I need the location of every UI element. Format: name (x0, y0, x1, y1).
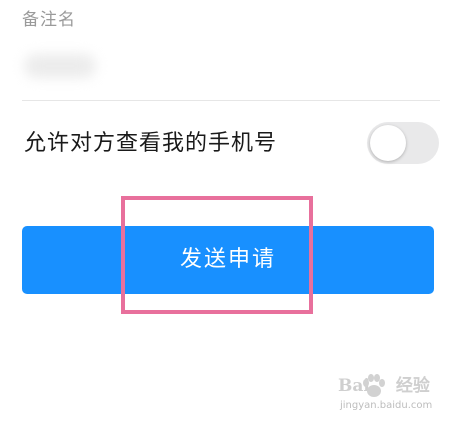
send-request-label: 发送申请 (179, 247, 276, 272)
remark-name-value-blurred (24, 54, 96, 78)
divider (22, 100, 440, 101)
remark-name-field[interactable] (22, 36, 440, 98)
phone-visibility-toggle[interactable] (367, 122, 439, 164)
toggle-knob (370, 125, 406, 161)
phone-visibility-row: 允许对方查看我的手机号 (0, 118, 457, 170)
watermark-brand-right: 经验 (395, 376, 430, 396)
send-request-button[interactable]: 发送申请 (22, 226, 434, 294)
watermark-url: jingyan.baidu.com (340, 400, 433, 411)
paw-icon (363, 374, 385, 397)
phone-visibility-label: 允许对方查看我的手机号 (24, 131, 278, 156)
remark-name-label: 备注名 (22, 10, 76, 30)
baidu-jingyan-watermark: Bai 经验 jingyan.baidu.com (336, 372, 446, 420)
